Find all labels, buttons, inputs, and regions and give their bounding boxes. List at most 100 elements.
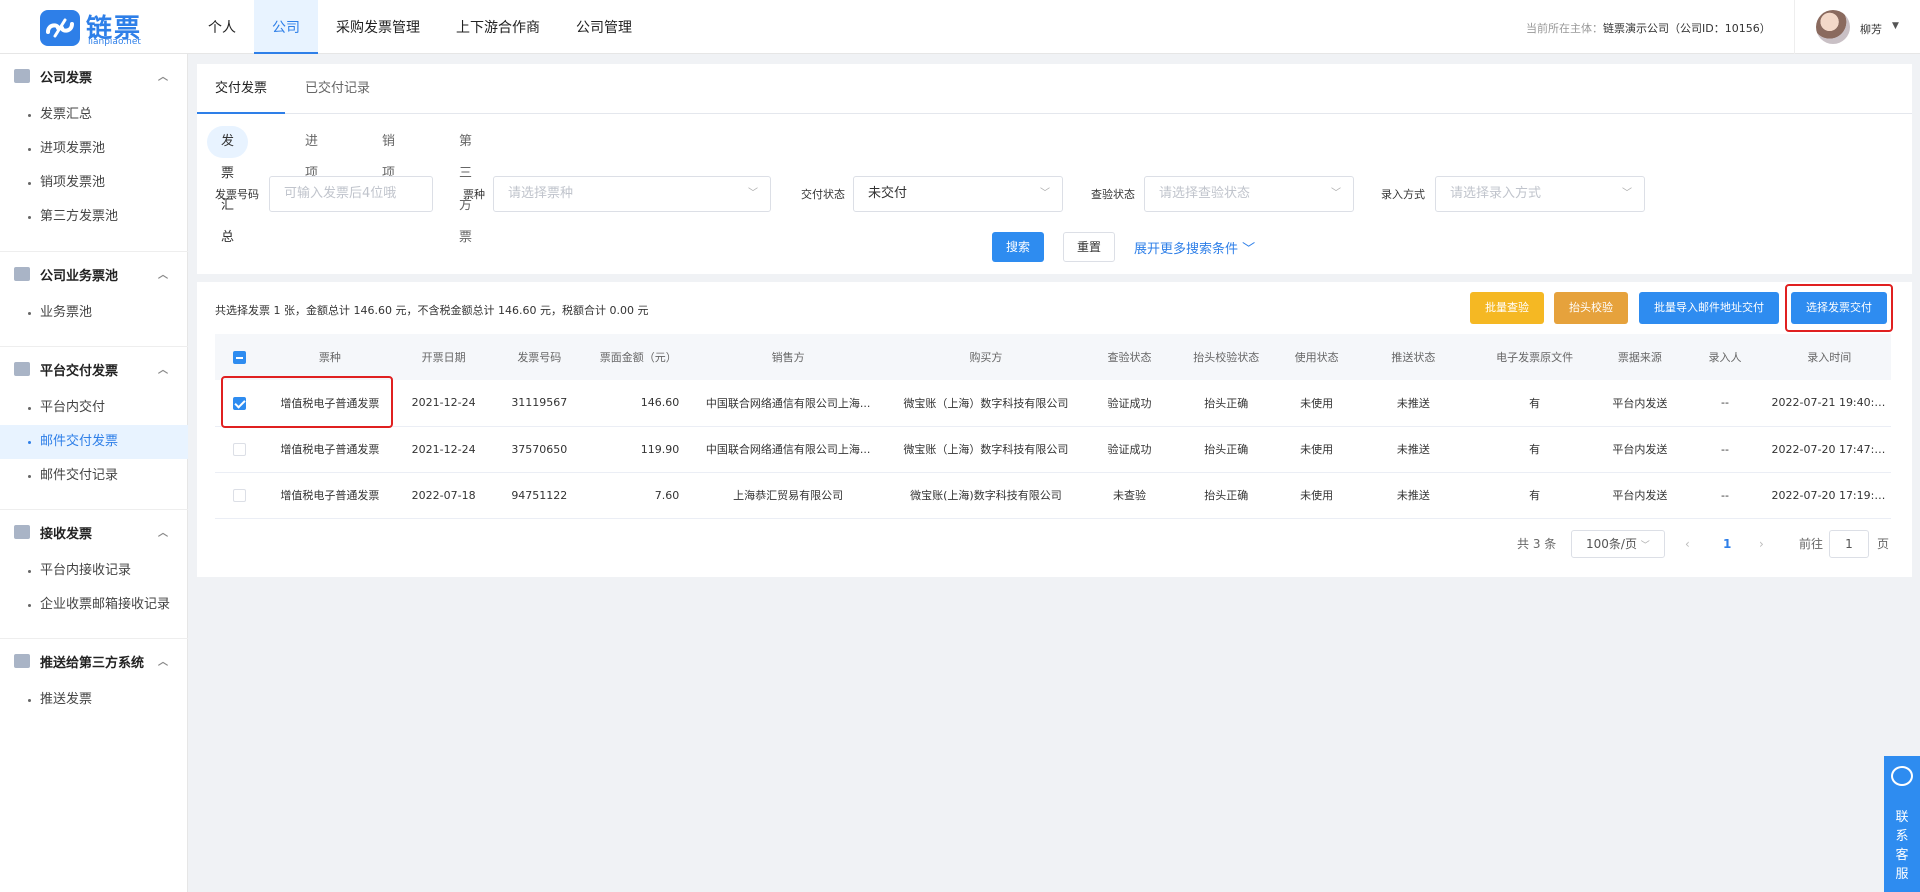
sidebar-item-invoice-summary[interactable]: 发票汇总 xyxy=(0,98,188,132)
highlight-box xyxy=(221,376,393,428)
nav-partners[interactable]: 上下游合作商 xyxy=(438,0,558,54)
sidebar-item-business-pool[interactable]: 业务票池 xyxy=(0,296,188,330)
delivery-status-select[interactable]: 未交付 ﹀ xyxy=(853,176,1063,212)
share-icon xyxy=(14,654,30,668)
row-checkbox[interactable] xyxy=(232,488,246,502)
invoice-no-input[interactable]: 可输入发票后4位哦 xyxy=(269,176,433,212)
expand-more-filters-link[interactable]: 展开更多搜索条件 ﹀ xyxy=(1134,238,1255,257)
cell-entered-by: -- xyxy=(1682,472,1768,519)
invoice-number-link[interactable]: 31119567 xyxy=(491,380,588,427)
cell-check-status: 验证成功 xyxy=(1084,426,1175,473)
nav-personal[interactable]: 个人 xyxy=(190,0,254,54)
page-size-select[interactable]: 100条/页 ﹀ xyxy=(1571,530,1665,558)
column-header: 票种 xyxy=(263,334,396,380)
chevron-down-icon: ﹀ xyxy=(748,188,758,199)
sidebar-item-push-invoices[interactable]: 推送发票 xyxy=(0,683,188,717)
tab-deliver-invoices[interactable]: 交付发票 xyxy=(197,64,286,114)
goto-suffix: 页 xyxy=(1877,537,1890,551)
invoice-number-link[interactable]: 94751122 xyxy=(491,472,588,519)
search-button[interactable]: 搜索 xyxy=(992,232,1044,262)
sidebar-item-label: 进项发票池 xyxy=(40,141,106,156)
sidebar-group-title: 公司业务票池 xyxy=(40,268,119,284)
row-select-cell[interactable] xyxy=(215,472,264,519)
cell-source: 平台内发送 xyxy=(1597,472,1683,519)
next-page-icon[interactable]: › xyxy=(1759,530,1764,558)
cell-use-status: 未使用 xyxy=(1278,472,1355,519)
sidebar-group-header[interactable]: 公司发票 ︿ xyxy=(0,54,188,98)
column-header: 电子发票原文件 xyxy=(1471,334,1598,380)
sidebar-group-header[interactable]: 推送给第三方系统 ︿ xyxy=(0,639,188,683)
type-select[interactable]: 请选择票种 ﹀ xyxy=(493,176,771,212)
column-header: 票据来源 xyxy=(1597,334,1683,380)
table-row[interactable]: 增值税电子普通发票 2021-12-24 37570650 119.90 中国联… xyxy=(215,426,1891,473)
nav-purchase-invoices[interactable]: 采购发票管理 xyxy=(318,0,438,54)
goto-label: 前往 xyxy=(1799,537,1824,551)
cell-date: 2021-12-24 xyxy=(395,380,492,427)
chevron-up-icon: ︿ xyxy=(158,528,168,539)
row-select-cell[interactable] xyxy=(215,426,264,473)
chevron-down-icon: ﹀ xyxy=(1331,188,1341,199)
nav-company-management[interactable]: 公司管理 xyxy=(558,0,650,54)
top-bar: 链票 lianpiao.net 个人 公司 采购发票管理 上下游合作商 公司管理… xyxy=(0,0,1920,54)
user-name[interactable]: 柳芳 xyxy=(1860,21,1882,37)
contact-service-button[interactable]: 联系客服 xyxy=(1884,756,1920,892)
sidebar-item-mailbox-receive[interactable]: 企业收票邮箱接收记录 xyxy=(0,588,188,622)
batch-check-button[interactable]: 批量查验 xyxy=(1470,292,1544,324)
subtab-summary[interactable]: 发票汇总 xyxy=(207,126,249,245)
tab-delivered-records[interactable]: 已交付记录 xyxy=(287,64,388,114)
batch-import-email-button[interactable]: 批量导入邮件地址交付 xyxy=(1639,292,1779,324)
cell-type: 增值税电子普通发票 xyxy=(263,426,396,473)
reset-button[interactable]: 重置 xyxy=(1063,232,1115,262)
cell-buyer: 微宝账（上海）数字科技有限公司 xyxy=(887,380,1085,427)
sidebar-item-platform-receive[interactable]: 平台内接收记录 xyxy=(0,554,188,588)
sidebar-item-third-party-pool[interactable]: 第三方发票池 xyxy=(0,200,188,234)
cell-original-file[interactable]: 有 xyxy=(1471,380,1598,427)
sidebar-item-platform-delivery[interactable]: 平台内交付 xyxy=(0,391,188,425)
nav-company[interactable]: 公司 xyxy=(254,0,318,54)
sidebar-group-title: 推送给第三方系统 xyxy=(40,655,145,671)
sidebar-item-label: 邮件交付记录 xyxy=(40,468,119,483)
page-size-value: 100条/页 xyxy=(1586,537,1637,551)
invoice-number-link[interactable]: 37570650 xyxy=(491,426,588,473)
select-all-checkbox[interactable] xyxy=(232,350,246,364)
header-check-button[interactable]: 抬头校验 xyxy=(1554,292,1628,324)
sidebar-item-label: 业务票池 xyxy=(40,305,93,320)
subtab-third-party[interactable]: 第三方票 xyxy=(445,126,486,245)
sidebar-item-label: 企业收票邮箱接收记录 xyxy=(40,597,171,612)
page-number[interactable]: 1 xyxy=(1723,530,1731,558)
cell-push-status: 未推送 xyxy=(1354,380,1472,427)
cell-entry-time: 2022-07-20 17:47:53 xyxy=(1767,426,1891,473)
cell-entered-by: -- xyxy=(1682,380,1768,427)
sidebar-item-output-pool[interactable]: 销项发票池 xyxy=(0,166,188,200)
sidebar-item-email-delivery-records[interactable]: 邮件交付记录 xyxy=(0,459,188,493)
sidebar-group-receive: 接收发票 ︿ 平台内接收记录 企业收票邮箱接收记录 xyxy=(0,510,188,622)
select-all-cell[interactable] xyxy=(215,334,264,380)
sidebar-group-header[interactable]: 平台交付发票 ︿ xyxy=(0,347,188,391)
sidebar-item-email-delivery[interactable]: 邮件交付发票 xyxy=(0,425,188,459)
sidebar: 公司发票 ︿ 发票汇总 进项发票池 销项发票池 第三方发票池 公司业务票池 ︿ 业务… xyxy=(0,54,188,892)
highlight-box xyxy=(1785,284,1893,332)
chevron-down-icon: ﹀ xyxy=(1640,541,1650,551)
subtab-output[interactable]: 销项票 xyxy=(368,126,409,213)
check-status-select[interactable]: 请选择查验状态 ﹀ xyxy=(1144,176,1354,212)
prev-page-icon[interactable]: ‹ xyxy=(1685,530,1690,558)
avatar[interactable] xyxy=(1816,10,1850,44)
chevron-down-icon: ﹀ xyxy=(1622,188,1632,199)
goto-page-input[interactable]: 1 xyxy=(1829,530,1869,558)
brand-logo[interactable]: 链票 lianpiao.net xyxy=(40,8,190,48)
subtab-input[interactable]: 进项票 xyxy=(291,126,332,213)
entry-method-select[interactable]: 请选择录入方式 ﹀ xyxy=(1435,176,1645,212)
cell-original-file[interactable]: 有 xyxy=(1471,472,1598,519)
sidebar-item-input-pool[interactable]: 进项发票池 xyxy=(0,132,188,166)
row-checkbox[interactable] xyxy=(232,442,246,456)
sidebar-group-header[interactable]: 接收发票 ︿ xyxy=(0,510,188,554)
sidebar-group-header[interactable]: 公司业务票池 ︿ xyxy=(0,252,188,296)
sidebar-group-title: 公司发票 xyxy=(40,70,93,86)
chat-icon xyxy=(1891,766,1913,786)
invoice-icon xyxy=(14,362,30,376)
cell-original-file[interactable]: 有 xyxy=(1471,426,1598,473)
type-placeholder: 请选择票种 xyxy=(508,186,574,201)
table-row[interactable]: 增值税电子普通发票 2022-07-18 94751122 7.60 上海恭汇贸… xyxy=(215,472,1891,519)
table-row[interactable]: 增值税电子普通发票 2021-12-24 31119567 146.60 中国联… xyxy=(215,380,1891,427)
caret-down-icon[interactable]: ▼ xyxy=(1892,21,1899,31)
